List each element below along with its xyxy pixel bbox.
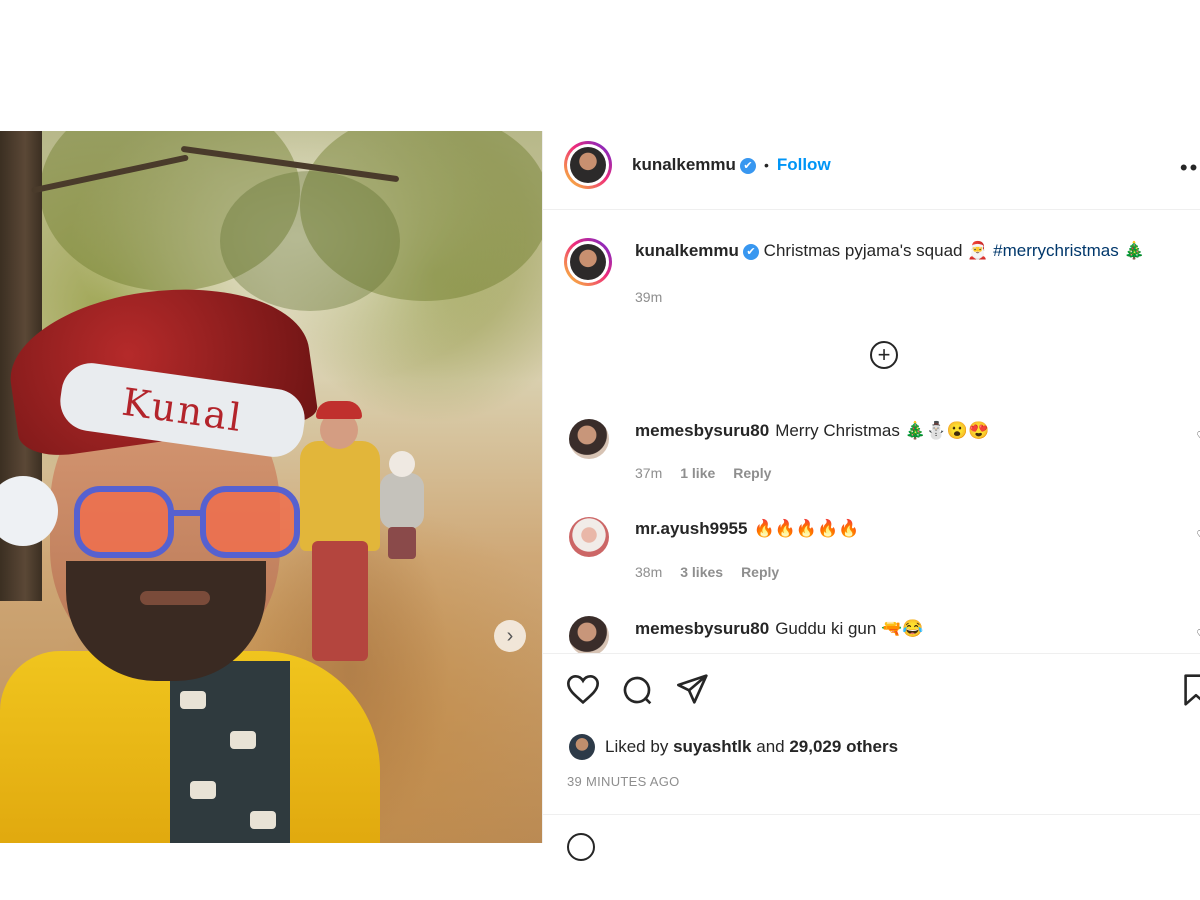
header-author: kunalkemmu ✔ • Follow <box>632 155 831 175</box>
post-actions: Liked by suyashtlk and 29,029 others 39 … <box>543 653 1200 861</box>
commenter-avatar[interactable] <box>569 616 609 653</box>
share-icon[interactable] <box>677 674 709 704</box>
bookmark-icon[interactable] <box>1183 674 1200 706</box>
more-options-icon[interactable]: ••• <box>1180 155 1200 181</box>
comment-like-icon[interactable]: ♡ <box>1196 528 1200 542</box>
comment-likes[interactable]: 1 like <box>680 465 715 481</box>
load-more-comments-button[interactable]: + <box>870 341 898 369</box>
post-caption: kunalkemmu ✔ Christmas pyjama's squad 🎅 #… <box>635 241 1145 261</box>
commenter-avatar[interactable] <box>569 517 609 557</box>
author-avatar[interactable] <box>564 141 612 189</box>
comment-item: memesbysuru80 Merry Christmas 🎄⛄😮😍 <box>635 421 989 441</box>
tree-canopy <box>220 171 400 311</box>
caption-time: 39m <box>635 289 663 305</box>
comment-username[interactable]: memesbysuru80 <box>635 421 769 440</box>
pyjama-shirt <box>170 661 290 843</box>
comment-username[interactable]: memesbysuru80 <box>635 619 769 638</box>
reply-button[interactable]: Reply <box>733 465 771 481</box>
caption-avatar[interactable] <box>564 238 612 286</box>
likes-others-link[interactable]: 29,029 others <box>789 737 898 757</box>
man-selfie: Kunal <box>0 270 380 843</box>
caption-text: Christmas pyjama's squad 🎅 <box>763 241 989 260</box>
comment-username[interactable]: mr.ayush9955 <box>635 519 747 538</box>
comment-likes[interactable]: 3 likes <box>680 564 723 580</box>
add-comment-bar <box>543 814 1200 861</box>
verified-icon: ✔ <box>739 157 756 174</box>
post-photo[interactable]: Kunal › <box>0 131 542 843</box>
comment-time: 37m <box>635 465 663 481</box>
comment-like-icon[interactable]: ♡ <box>1196 627 1200 641</box>
comment-clip: memesbysuru80 Guddu ki gun 🔫😂 ♡ <box>543 611 1200 653</box>
liker-username[interactable]: suyashtlk <box>673 737 751 757</box>
comment-meta: 37m 1 like Reply <box>635 465 771 481</box>
comment-like-icon[interactable]: ♡ <box>1196 429 1200 443</box>
comment-text: Merry Christmas 🎄⛄😮😍 <box>775 421 990 440</box>
comment-icon[interactable] <box>621 674 653 706</box>
caption-emoji: 🎄 <box>1123 241 1145 260</box>
mouth <box>140 591 210 605</box>
post-header: kunalkemmu✔ • Follow ••• <box>543 131 1200 210</box>
comment-item: memesbysuru80 Guddu ki gun 🔫😂 <box>635 619 923 639</box>
sunglasses <box>74 486 302 566</box>
post-timestamp: 39 MINUTES AGO <box>567 774 680 789</box>
emoji-icon[interactable] <box>567 833 595 861</box>
separator-dot: • <box>763 157 769 173</box>
chevron-right-icon: › <box>506 624 514 647</box>
comment-item: mr.ayush9955 🔥🔥🔥🔥🔥 <box>635 519 859 539</box>
carousel-next-button[interactable]: › <box>494 620 526 652</box>
reply-button[interactable]: Reply <box>741 564 779 580</box>
post-side-panel: kunalkemmu✔•Follow ••• kunalkemmu✔ Chris… <box>542 131 1200 861</box>
follow-button[interactable]: Follow <box>777 155 831 174</box>
comment-time: 38m <box>635 564 663 580</box>
liker-avatar[interactable] <box>569 734 595 760</box>
plus-circle-icon: + <box>877 342 891 367</box>
likes-summary: Liked by suyashtlk and 29,029 others <box>569 734 898 760</box>
author-username[interactable]: kunalkemmu <box>632 155 736 174</box>
commenter-avatar[interactable] <box>569 419 609 459</box>
child-figure <box>380 451 424 561</box>
caption-username[interactable]: kunalkemmu <box>635 241 739 260</box>
likes-prefix: Liked by <box>605 737 669 756</box>
likes-middle: and <box>756 737 785 756</box>
verified-icon: ✔ <box>742 243 759 260</box>
comment-text: Guddu ki gun 🔫😂 <box>775 619 924 638</box>
heart-icon[interactable] <box>567 674 599 704</box>
caption-hashtag[interactable]: #merrychristmas <box>993 241 1119 260</box>
comment-text: 🔥🔥🔥🔥🔥 <box>753 519 860 538</box>
comment-meta: 38m 3 likes Reply <box>635 564 779 580</box>
